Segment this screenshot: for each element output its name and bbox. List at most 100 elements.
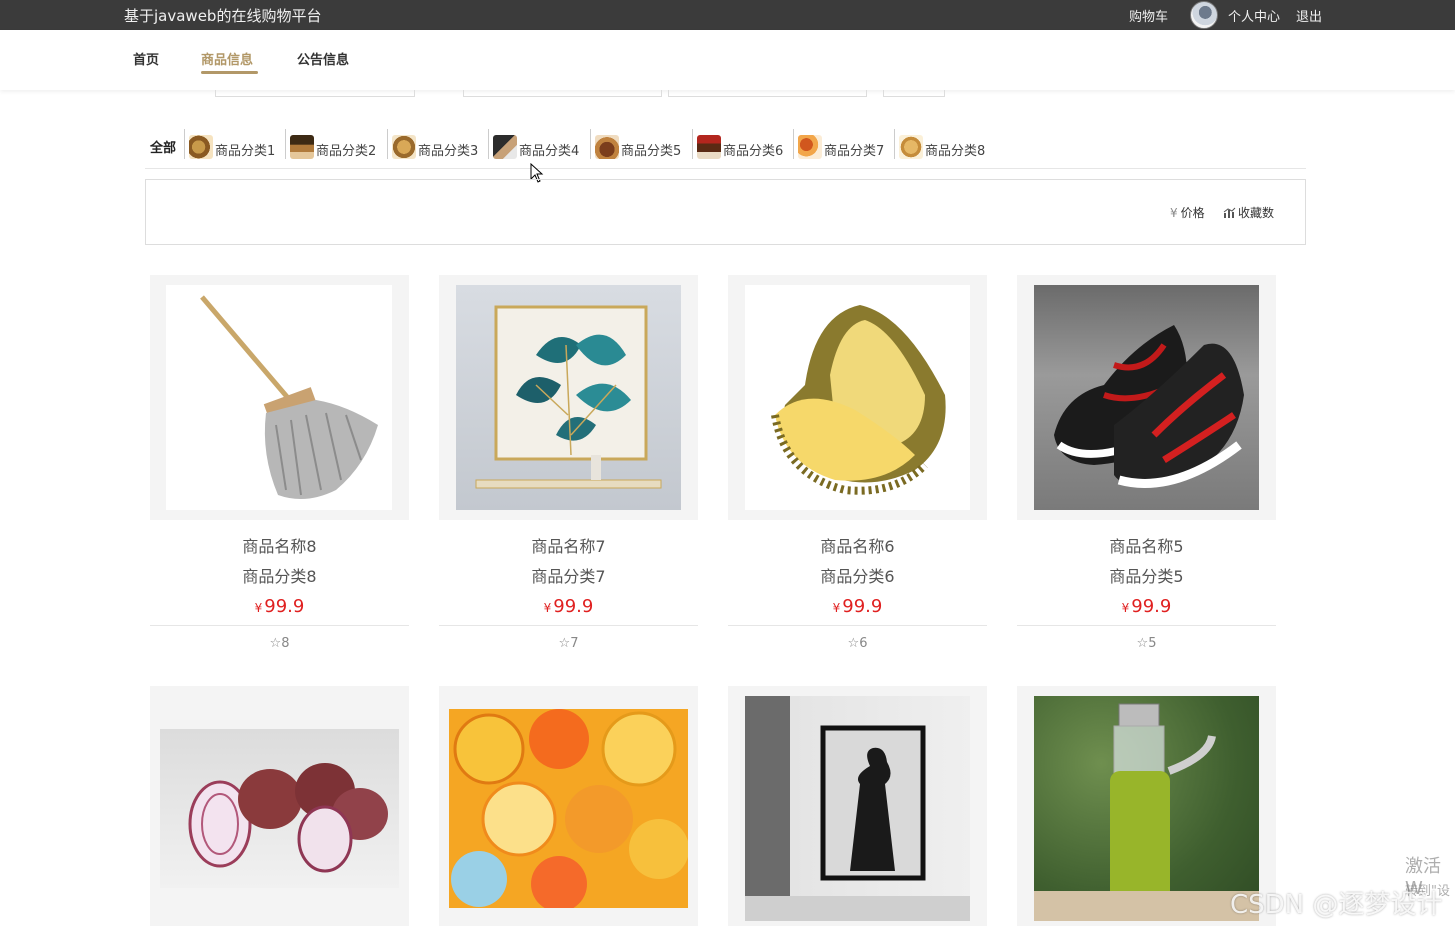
search-field-1[interactable] bbox=[215, 90, 415, 97]
product-image-bw-portrait-painting[interactable] bbox=[745, 696, 970, 921]
product-image-green-water-bottle[interactable] bbox=[1034, 696, 1259, 921]
product-image-mop[interactable] bbox=[166, 285, 392, 510]
product-image-sneakers[interactable] bbox=[1034, 285, 1259, 510]
category-label: 商品分类5 bbox=[621, 144, 682, 159]
category-item-3[interactable]: 商品分类3 bbox=[387, 129, 478, 159]
sort-fav-label: 收藏数 bbox=[1238, 206, 1275, 220]
product-image-frame bbox=[1017, 275, 1276, 520]
category-label: 商品分类1 bbox=[215, 144, 276, 159]
avatar[interactable] bbox=[1189, 1, 1218, 29]
top-bar: 基于javaweb的在线购物平台 购物车 个人中心 退出 bbox=[0, 0, 1455, 30]
product-name[interactable]: 商品名称6 bbox=[728, 532, 987, 562]
product-image-jelly-cups[interactable] bbox=[449, 709, 688, 908]
product-image-ginkgo-painting[interactable] bbox=[456, 285, 681, 510]
category-item-6[interactable]: 商品分类6 bbox=[692, 129, 783, 159]
favorite-count-value: 7 bbox=[570, 636, 579, 651]
currency-symbol: ¥ bbox=[254, 601, 263, 615]
product-card[interactable] bbox=[150, 686, 409, 926]
main-nav: 首页 商品信息 公告信息 bbox=[0, 30, 1455, 90]
currency-symbol: ¥ bbox=[543, 601, 552, 615]
sort-bar: ¥ 价格 收藏数 bbox=[145, 179, 1306, 245]
product-image-frame bbox=[728, 275, 987, 520]
category-label: 商品分类8 bbox=[925, 144, 986, 159]
category-item-7[interactable]: 商品分类7 bbox=[793, 129, 884, 159]
category-item-4[interactable]: 商品分类4 bbox=[488, 129, 579, 159]
currency-symbol: ¥ bbox=[832, 601, 841, 615]
category-thumb bbox=[899, 135, 923, 159]
search-field-2[interactable] bbox=[463, 90, 662, 97]
category-label: 商品分类3 bbox=[418, 144, 479, 159]
product-card[interactable]: 商品名称8 商品分类8 ¥99.9 ☆8 bbox=[150, 275, 409, 651]
nav-notices[interactable]: 公告信息 bbox=[297, 49, 349, 68]
card-divider bbox=[150, 625, 409, 626]
product-price: ¥99.9 bbox=[1017, 592, 1276, 622]
category-thumb bbox=[595, 135, 619, 159]
product-name[interactable]: 商品名称7 bbox=[439, 532, 698, 562]
sort-price-label: 价格 bbox=[1180, 206, 1205, 220]
top-bar-right: 购物车 个人中心 退出 bbox=[1113, 0, 1322, 30]
favorite-count[interactable]: ☆7 bbox=[439, 636, 698, 651]
product-card[interactable]: 商品名称7 商品分类7 ¥99.9 ☆7 bbox=[439, 275, 698, 651]
category-item-5[interactable]: 商品分类5 bbox=[590, 129, 681, 159]
category-item-8[interactable]: 商品分类8 bbox=[894, 129, 985, 159]
yen-icon: ¥ bbox=[1170, 206, 1178, 220]
site-title: 基于javaweb的在线购物平台 bbox=[124, 7, 322, 25]
price-value: 99.9 bbox=[264, 596, 305, 617]
product-card[interactable]: 商品名称5 商品分类5 ¥99.9 ☆5 bbox=[1017, 275, 1276, 651]
product-image-frame bbox=[439, 275, 698, 520]
product-price: ¥99.9 bbox=[439, 592, 698, 622]
card-divider bbox=[728, 625, 987, 626]
category-item-1[interactable]: 商品分类1 bbox=[184, 129, 275, 159]
category-thumb bbox=[697, 135, 721, 159]
category-label: 商品分类4 bbox=[519, 144, 580, 159]
favorite-count[interactable]: ☆5 bbox=[1017, 636, 1276, 651]
category-thumb bbox=[493, 135, 517, 159]
category-all[interactable]: 全部 bbox=[150, 137, 176, 156]
product-card[interactable]: 商品名称6 商品分类6 ¥99.9 ☆6 bbox=[728, 275, 987, 651]
user-center-link[interactable]: 个人中心 bbox=[1228, 6, 1280, 25]
product-image-frame bbox=[150, 275, 409, 520]
product-category: 商品分类6 bbox=[820, 567, 895, 586]
cart-link[interactable]: 购物车 bbox=[1129, 6, 1168, 25]
price-value: 99.9 bbox=[1131, 596, 1172, 617]
category-item-2[interactable]: 商品分类2 bbox=[285, 129, 376, 159]
category-thumb bbox=[189, 135, 213, 159]
product-name[interactable]: 商品名称8 bbox=[150, 532, 409, 562]
csdn-watermark: CSDN @逐梦设计 bbox=[1230, 890, 1443, 920]
sort-by-favorites[interactable]: 收藏数 bbox=[1223, 204, 1274, 221]
search-field-3[interactable] bbox=[668, 90, 867, 97]
search-button[interactable] bbox=[883, 90, 945, 97]
product-price: ¥99.9 bbox=[150, 592, 409, 622]
product-image-onions[interactable] bbox=[160, 729, 399, 888]
price-value: 99.9 bbox=[842, 596, 883, 617]
category-label: 商品分类2 bbox=[316, 144, 377, 159]
nav-products[interactable]: 商品信息 bbox=[201, 49, 253, 68]
product-image-frame bbox=[439, 686, 698, 926]
category-thumb bbox=[290, 135, 314, 159]
star-icon: ☆ bbox=[269, 636, 282, 651]
product-card[interactable] bbox=[728, 686, 987, 926]
favorite-count-value: 6 bbox=[859, 636, 868, 651]
currency-symbol: ¥ bbox=[1121, 601, 1130, 615]
favorite-count-value: 8 bbox=[281, 636, 290, 651]
chart-icon bbox=[1223, 207, 1236, 218]
product-image-frame bbox=[150, 686, 409, 926]
product-name[interactable]: 商品名称5 bbox=[1017, 532, 1276, 562]
product-category: 商品分类5 bbox=[1109, 567, 1184, 586]
card-divider bbox=[439, 625, 698, 626]
category-label: 商品分类6 bbox=[723, 144, 784, 159]
category-filter: 全部 商品分类1 商品分类2 商品分类3 商品分类4 商品分类5 商品分类6 商… bbox=[145, 127, 1306, 169]
nav-home[interactable]: 首页 bbox=[133, 49, 159, 68]
star-icon: ☆ bbox=[558, 636, 571, 651]
logout-link[interactable]: 退出 bbox=[1296, 6, 1322, 25]
sort-by-price[interactable]: ¥ 价格 bbox=[1170, 204, 1205, 221]
favorite-count-value: 5 bbox=[1148, 636, 1157, 651]
favorite-count[interactable]: ☆6 bbox=[728, 636, 987, 651]
product-image-durian[interactable] bbox=[745, 285, 970, 510]
product-price: ¥99.9 bbox=[728, 592, 987, 622]
product-card[interactable] bbox=[439, 686, 698, 926]
price-value: 99.9 bbox=[553, 596, 594, 617]
favorite-count[interactable]: ☆8 bbox=[150, 636, 409, 651]
category-label: 商品分类7 bbox=[824, 144, 885, 159]
category-thumb bbox=[798, 135, 822, 159]
